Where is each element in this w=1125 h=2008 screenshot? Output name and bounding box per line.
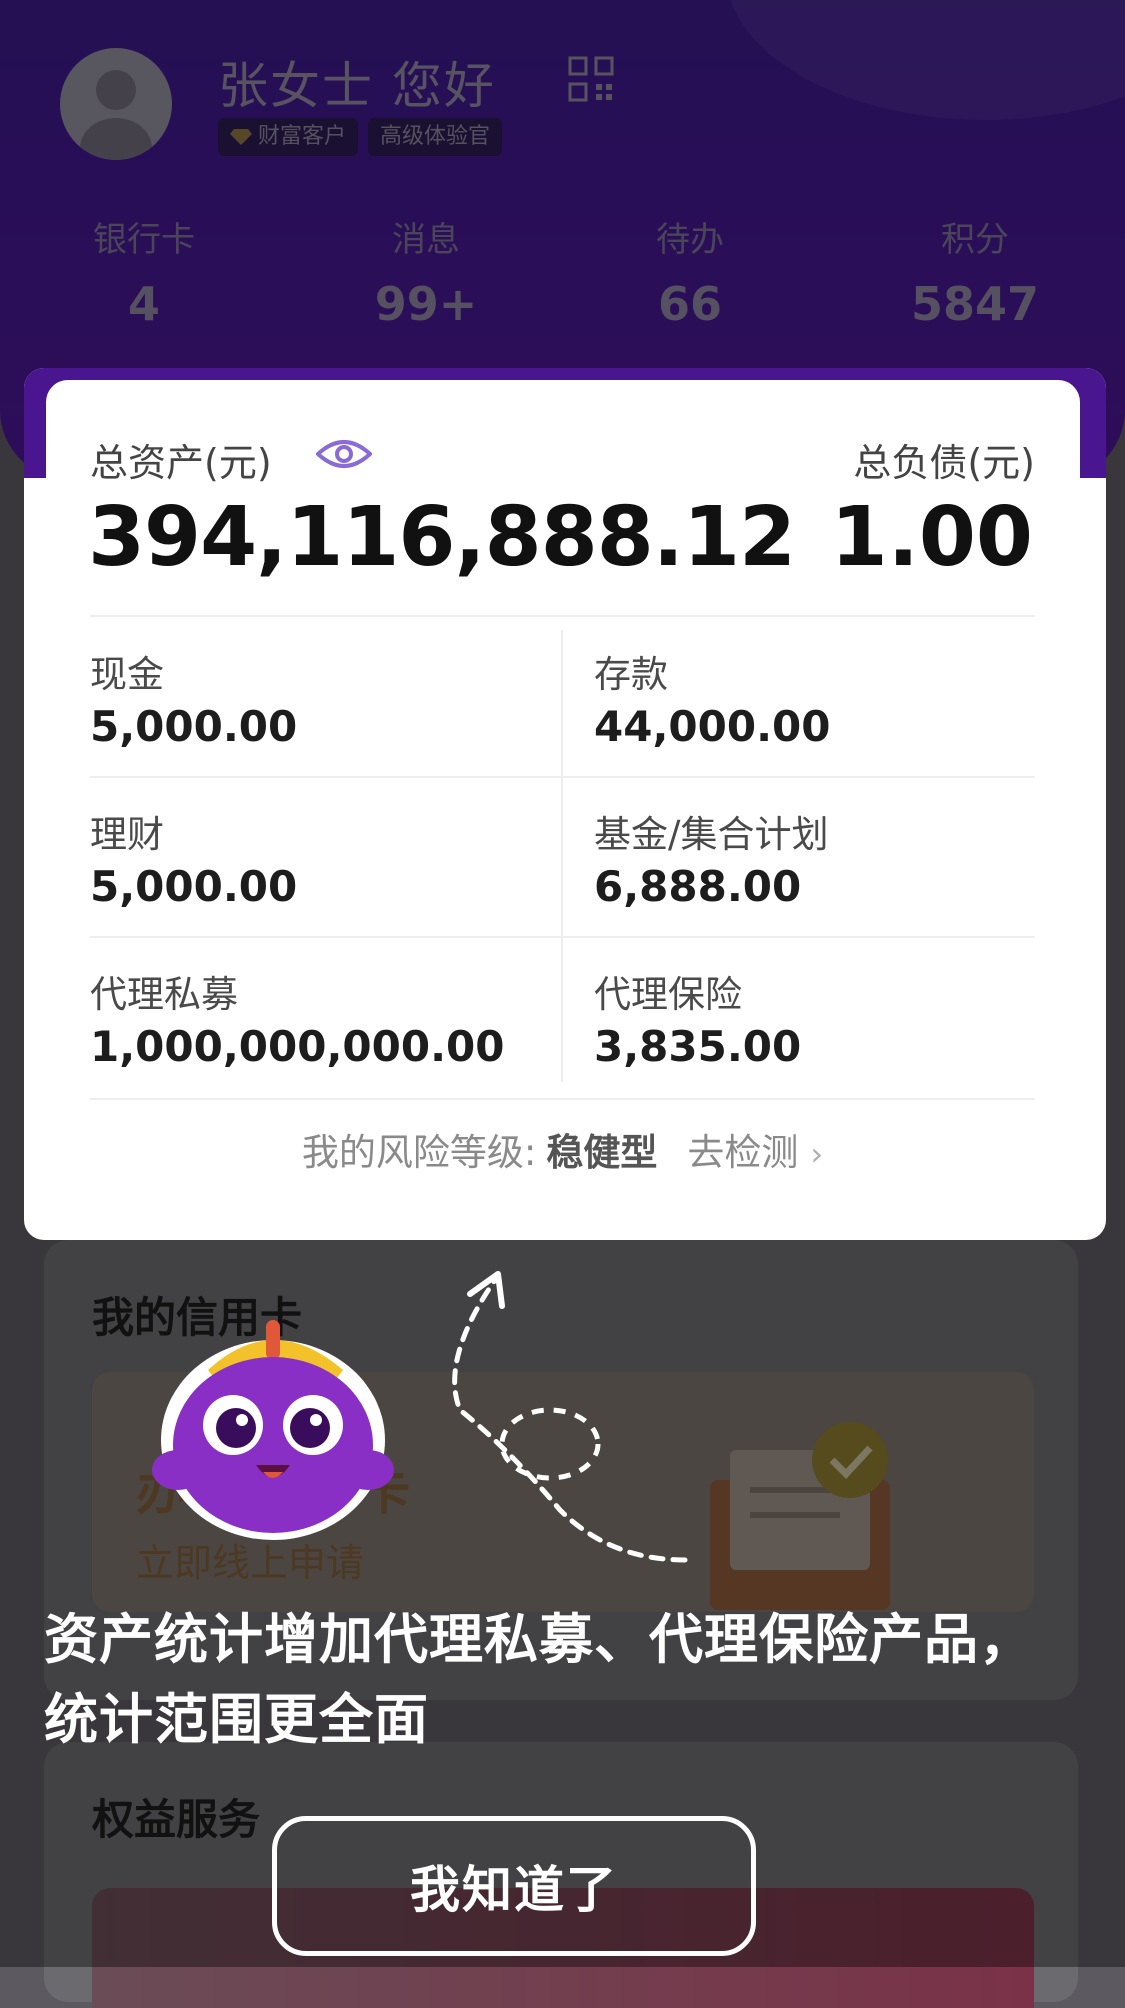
mascot-icon <box>152 1320 394 1540</box>
fund-value[interactable]: 6,888.00 <box>594 862 801 911</box>
guide-tip-line: 资产统计增加代理私募、代理保险产品， <box>44 1608 1034 1671</box>
deposit-value[interactable]: 44,000.00 <box>594 702 830 751</box>
guide-tip-line: 统计范围更全面 <box>44 1688 429 1751</box>
cash-value[interactable]: 5,000.00 <box>90 702 297 751</box>
private-fund-label: 代理私募 <box>90 973 238 1016</box>
got-it-button[interactable]: 我知道了 <box>272 1816 756 1956</box>
total-liabilities-value: 1.00 <box>830 490 1033 585</box>
risk-level: 稳健型 <box>546 1131 658 1174</box>
insurance-value[interactable]: 3,835.00 <box>594 1022 801 1071</box>
total-assets-value: 394,116,888.12 <box>88 490 796 585</box>
divider <box>90 1098 1035 1100</box>
fund-label: 基金/集合计划 <box>594 813 829 856</box>
eye-icon[interactable] <box>316 436 372 472</box>
guide-arrow-icon <box>452 1271 688 1563</box>
risk-level-row[interactable]: 我的风险等级: 稳健型 去检测 › <box>0 1122 1125 1176</box>
risk-test-link[interactable]: 去检测 <box>687 1131 798 1174</box>
risk-prefix: 我的风险等级: <box>301 1131 537 1174</box>
private-fund-value[interactable]: 1,000,000,000.00 <box>90 1022 505 1071</box>
insurance-label: 代理保险 <box>594 973 742 1016</box>
chevron-right-icon: › <box>810 1135 824 1173</box>
divider <box>561 630 563 1082</box>
wealth-mgmt-value[interactable]: 5,000.00 <box>90 862 297 911</box>
deposit-label: 存款 <box>594 653 668 696</box>
cash-label: 现金 <box>90 653 164 696</box>
total-assets-label: 总资产(元) <box>90 441 272 485</box>
guide-tip-text: 资产统计增加代理私募、代理保险产品， 统计范围更全面 <box>44 1600 1104 1760</box>
wealth-mgmt-label: 理财 <box>90 813 164 856</box>
total-liabilities-label: 总负债(元) <box>853 441 1035 485</box>
divider <box>90 615 1035 617</box>
